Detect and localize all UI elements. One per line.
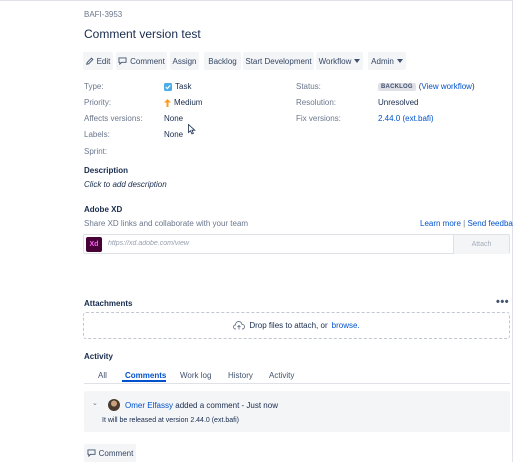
edit-button[interactable]: Edit xyxy=(83,52,113,70)
arrow-up-icon xyxy=(164,98,171,107)
activity-title: Activity xyxy=(84,352,113,361)
tab-activity[interactable]: Activity xyxy=(269,371,294,380)
resolution-value: Unresolved xyxy=(378,98,419,107)
assign-button[interactable]: Assign xyxy=(170,52,199,70)
affects-versions-label: Affects versions: xyxy=(84,114,143,123)
status-value: BACKLOG (View workflow) xyxy=(378,82,475,91)
tab-all[interactable]: All xyxy=(98,371,107,380)
collapse-chevron-icon[interactable]: ⌄ xyxy=(92,399,98,407)
drop-text: Drop files to attach, or xyxy=(249,321,328,330)
comment-header: Omer Elfassy added a comment - Just now xyxy=(125,401,278,410)
learn-more-link[interactable]: Learn more xyxy=(420,219,461,228)
tab-work-log[interactable]: Work log xyxy=(180,371,211,380)
cloud-upload-icon xyxy=(233,321,246,330)
chevron-down-icon xyxy=(396,59,403,63)
pencil-icon xyxy=(85,57,94,65)
admin-label: Admin xyxy=(371,56,394,66)
attach-button[interactable]: Attach xyxy=(453,235,509,254)
edit-label: Edit xyxy=(96,56,111,66)
adobe-xd-link-row: Xd Attach xyxy=(83,234,510,254)
attachments-title: Attachments xyxy=(84,299,133,308)
affects-versions-value[interactable]: None xyxy=(164,114,183,123)
more-options-icon[interactable]: ••• xyxy=(496,296,509,308)
priority-value: Medium xyxy=(164,98,202,107)
add-comment-button[interactable]: Comment xyxy=(84,444,136,462)
comment-icon xyxy=(118,57,127,65)
task-checkbox-icon xyxy=(164,82,172,91)
view-workflow-text[interactable]: View workflow xyxy=(421,82,472,91)
comment-action: added a comment - Just now xyxy=(175,401,278,410)
adobe-xd-logo: Xd xyxy=(86,237,102,252)
priority-text: Medium xyxy=(174,98,203,107)
send-feedback-link[interactable]: Send feedback xyxy=(467,219,513,228)
avatar[interactable] xyxy=(108,399,120,411)
workflow-dropdown[interactable]: Workflow xyxy=(316,52,363,70)
activity-tabs: All Comments Work log History Activity xyxy=(84,366,510,384)
view-workflow-link[interactable]: (View workflow) xyxy=(419,82,475,91)
issue-key[interactable]: BAFI-3953 xyxy=(84,10,122,19)
type-label: Type: xyxy=(84,82,104,91)
description-title: Description xyxy=(84,166,129,175)
labels-label: Labels: xyxy=(84,130,110,139)
sprint-label: Sprint: xyxy=(84,147,108,156)
browse-link[interactable]: browse. xyxy=(332,321,360,330)
tab-comments[interactable]: Comments xyxy=(125,371,166,380)
status-label: Status: xyxy=(296,82,321,91)
comment-icon xyxy=(87,449,96,457)
priority-label: Priority: xyxy=(84,98,112,107)
assign-label: Assign xyxy=(172,56,197,66)
xd-link-input[interactable] xyxy=(108,240,428,247)
mouse-cursor-icon xyxy=(188,124,196,135)
add-comment-label: Comment xyxy=(98,448,134,458)
adobe-xd-subtitle: Share XD links and collaborate with your… xyxy=(84,219,249,228)
comment-item: ⌄ Omer Elfassy added a comment - Just no… xyxy=(84,391,510,432)
description-placeholder[interactable]: Click to add description xyxy=(84,180,167,189)
link-separator: | xyxy=(463,219,466,228)
adobe-xd-links: Learn more | Send feedback xyxy=(420,219,513,228)
chevron-down-icon xyxy=(354,59,361,63)
top-divider xyxy=(0,0,513,1)
issue-summary[interactable]: Comment version test xyxy=(84,27,201,41)
workflow-label: Workflow xyxy=(318,56,352,66)
comment-label: Comment xyxy=(130,56,165,66)
admin-dropdown[interactable]: Admin xyxy=(368,52,406,70)
backlog-label: Backlog xyxy=(208,56,237,66)
start-development-label: Start Development xyxy=(245,56,312,66)
type-value: Task xyxy=(164,82,191,91)
resolution-label: Resolution: xyxy=(296,98,337,107)
fix-versions-link[interactable]: 2.44.0 (ext.bafi) xyxy=(378,114,434,123)
comment-author-link[interactable]: Omer Elfassy xyxy=(125,401,173,410)
status-badge[interactable]: BACKLOG xyxy=(378,82,416,91)
tab-history[interactable]: History xyxy=(228,371,253,380)
type-text: Task xyxy=(175,82,192,91)
backlog-button[interactable]: Backlog xyxy=(204,52,241,70)
fix-versions-label: Fix versions: xyxy=(296,114,341,123)
comment-body: It will be released at version 2.44.0 (e… xyxy=(102,417,239,424)
active-tab-indicator xyxy=(122,380,166,382)
labels-value[interactable]: None xyxy=(164,130,183,139)
adobe-xd-title: Adobe XD xyxy=(84,205,123,214)
comment-button[interactable]: Comment xyxy=(116,52,167,70)
start-development-button[interactable]: Start Development xyxy=(243,52,314,70)
attachment-dropzone[interactable]: Drop files to attach, or browse. xyxy=(83,312,510,339)
